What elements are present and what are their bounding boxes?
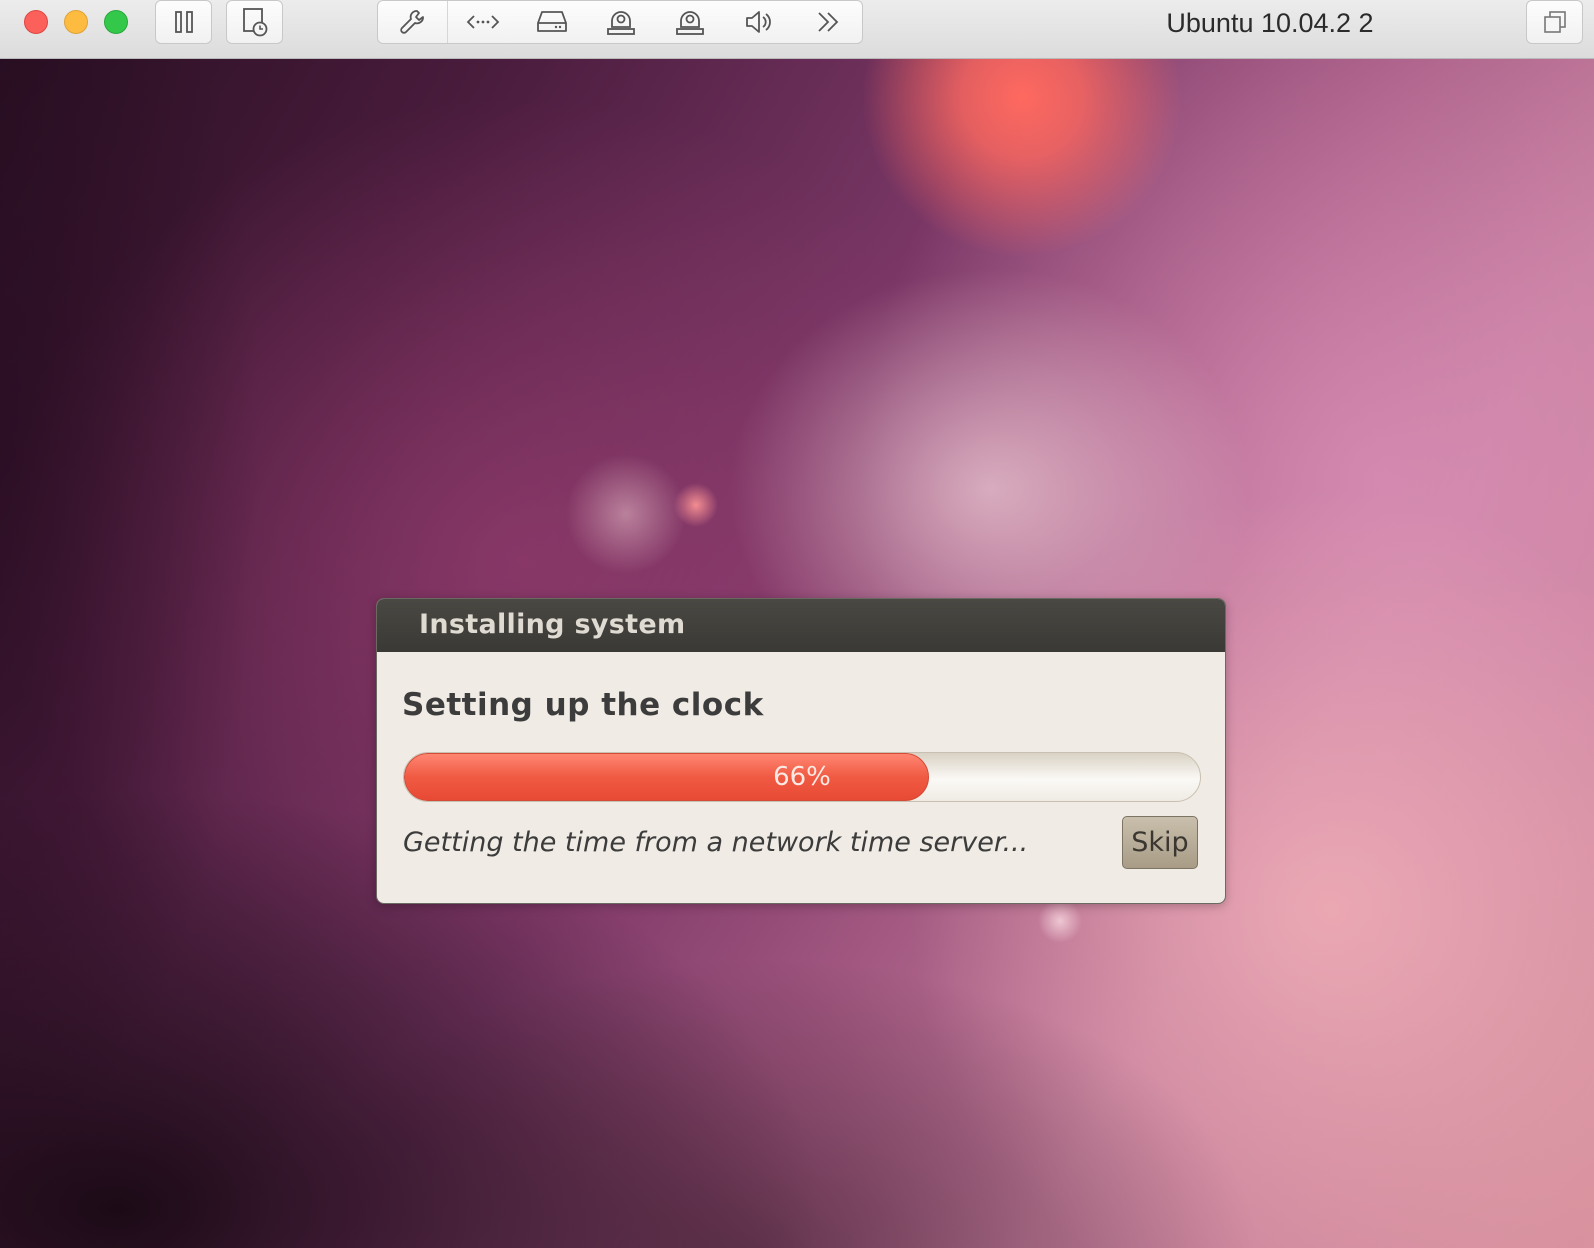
pause-button[interactable] (155, 0, 212, 44)
wrench-icon (399, 10, 424, 34)
progress-label: 66% (773, 762, 831, 792)
webcam-icon (675, 11, 704, 35)
step-heading: Setting up the clock (402, 687, 764, 723)
desktop-background: Installing system Setting up the clock 6… (0, 59, 1594, 1248)
chevron-double-right-icon (817, 12, 838, 32)
camera-icon (606, 11, 635, 35)
network-button[interactable] (448, 1, 517, 43)
settings-button[interactable] (378, 1, 448, 43)
camera-button[interactable] (586, 1, 655, 43)
installer-dialog: Installing system Setting up the clock 6… (376, 598, 1226, 904)
window-title: Ubuntu 10.04.2 2 (1166, 8, 1374, 38)
window-titlebar: Ubuntu 10.04.2 2 (0, 0, 1594, 59)
zoom-window-button[interactable] (104, 10, 128, 34)
sound-button[interactable] (724, 1, 793, 43)
dialog-title-bar[interactable]: Installing system (377, 599, 1225, 652)
hard-disk-icon (536, 11, 567, 32)
install-progress-bar: 66% (403, 752, 1201, 802)
snapshot-button[interactable] (226, 0, 283, 44)
speaker-icon (745, 11, 771, 33)
vm-device-toolbar (377, 0, 863, 44)
close-window-button[interactable] (24, 10, 48, 34)
minimize-window-button[interactable] (64, 10, 88, 34)
status-message: Getting the time from a network time ser… (403, 827, 1029, 858)
webcam-button[interactable] (655, 1, 724, 43)
more-button[interactable] (793, 1, 862, 43)
snapshot-icon (242, 8, 267, 37)
code-arrows-icon (466, 15, 499, 29)
window-stack-button[interactable] (1526, 0, 1583, 44)
hard-disk-button[interactable] (517, 1, 586, 43)
skip-button[interactable]: Skip (1122, 816, 1198, 869)
dialog-title: Installing system (419, 609, 686, 640)
window-stack-icon (1543, 11, 1566, 33)
pause-icon (174, 11, 193, 33)
